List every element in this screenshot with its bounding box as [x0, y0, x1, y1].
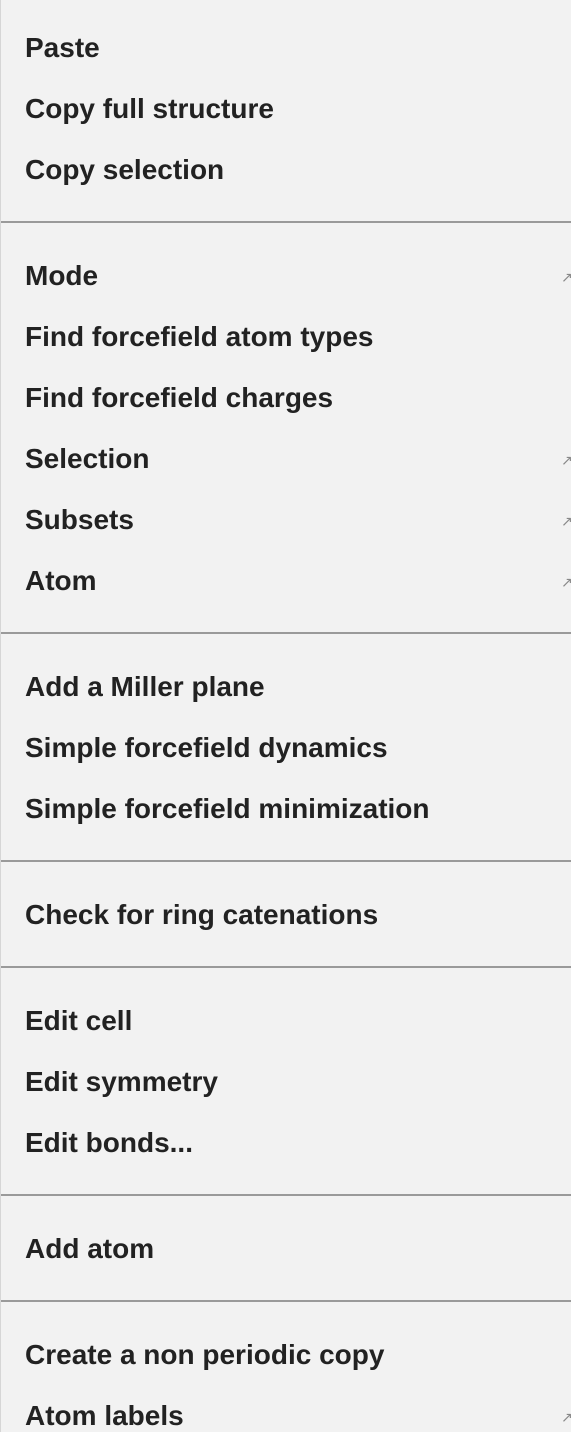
- menu-item-label: Mode: [25, 260, 99, 291]
- menu-item-label: Simple forcefield dynamics: [25, 732, 388, 763]
- menu-item-copy-selection[interactable]: Copy selection: [1, 139, 571, 200]
- menu-item-label: Atom: [25, 565, 97, 596]
- menu-separator: [1, 200, 571, 245]
- menu-item-atom-labels[interactable]: Atom labels ↗: [1, 1385, 571, 1432]
- menu-separator: [1, 1173, 571, 1218]
- chevron-right-icon: ↗: [561, 270, 571, 286]
- menu-item-create-a-non-periodic-copy[interactable]: Create a non periodic copy: [1, 1324, 571, 1385]
- chevron-right-icon: ↗: [561, 514, 571, 530]
- menu-item-label: Edit cell: [25, 1005, 133, 1036]
- menu-item-label: Simple forcefield minimization: [25, 793, 430, 824]
- menu-item-label: Subsets: [25, 504, 134, 535]
- menu-item-edit-bonds[interactable]: Edit bonds...: [1, 1112, 571, 1173]
- menu-item-find-forcefield-atom-types[interactable]: Find forcefield atom types: [1, 306, 571, 367]
- menu-item-simple-forcefield-dynamics[interactable]: Simple forcefield dynamics: [1, 717, 571, 778]
- menu-separator: [1, 1279, 571, 1324]
- menu-item-simple-forcefield-minimization[interactable]: Simple forcefield minimization: [1, 778, 571, 839]
- menu-item-label: Atom labels: [25, 1400, 184, 1431]
- menu-item-label: Selection: [25, 443, 150, 474]
- menu-item-add-atom[interactable]: Add atom: [1, 1218, 571, 1279]
- menu-item-label: Add atom: [25, 1233, 155, 1264]
- menu-item-label: Find forcefield charges: [25, 382, 334, 413]
- menu-item-edit-cell[interactable]: Edit cell: [1, 990, 571, 1051]
- menu-item-paste[interactable]: Paste: [1, 17, 571, 78]
- menu-item-label: Add a Miller plane: [25, 671, 265, 702]
- menu-item-label: Copy selection: [25, 154, 225, 185]
- menu-item-label: Check for ring catenations: [25, 899, 379, 930]
- menu-item-selection[interactable]: Selection ↗: [1, 428, 571, 489]
- menu-item-add-a-miller-plane[interactable]: Add a Miller plane: [1, 656, 571, 717]
- menu-item-find-forcefield-charges[interactable]: Find forcefield charges: [1, 367, 571, 428]
- menu-separator: [1, 839, 571, 884]
- menu-item-label: Find forcefield atom types: [25, 321, 374, 352]
- menu-item-label: Paste: [25, 32, 100, 63]
- chevron-right-icon: ↗: [561, 575, 571, 591]
- menu-item-label: Edit symmetry: [25, 1066, 218, 1097]
- menu-item-subsets[interactable]: Subsets ↗: [1, 489, 571, 550]
- menu-item-label: Create a non periodic copy: [25, 1339, 385, 1370]
- menu-item-atom[interactable]: Atom ↗: [1, 550, 571, 611]
- menu-item-mode[interactable]: Mode ↗: [1, 245, 571, 306]
- chevron-right-icon: ↗: [561, 453, 571, 469]
- context-menu: Paste Copy full structure Copy selection Mo…: [0, 0, 571, 1432]
- menu-item-label: Copy full structure: [25, 93, 274, 124]
- menu-separator: [1, 945, 571, 990]
- menu-item-copy-full-structure[interactable]: Copy full structure: [1, 78, 571, 139]
- menu-separator: [1, 611, 571, 656]
- menu-item-label: Edit bonds...: [25, 1127, 193, 1158]
- menu-item-edit-symmetry[interactable]: Edit symmetry: [1, 1051, 571, 1112]
- chevron-right-icon: ↗: [561, 1410, 571, 1426]
- menu-item-check-for-ring-catenations[interactable]: Check for ring catenations: [1, 884, 571, 945]
